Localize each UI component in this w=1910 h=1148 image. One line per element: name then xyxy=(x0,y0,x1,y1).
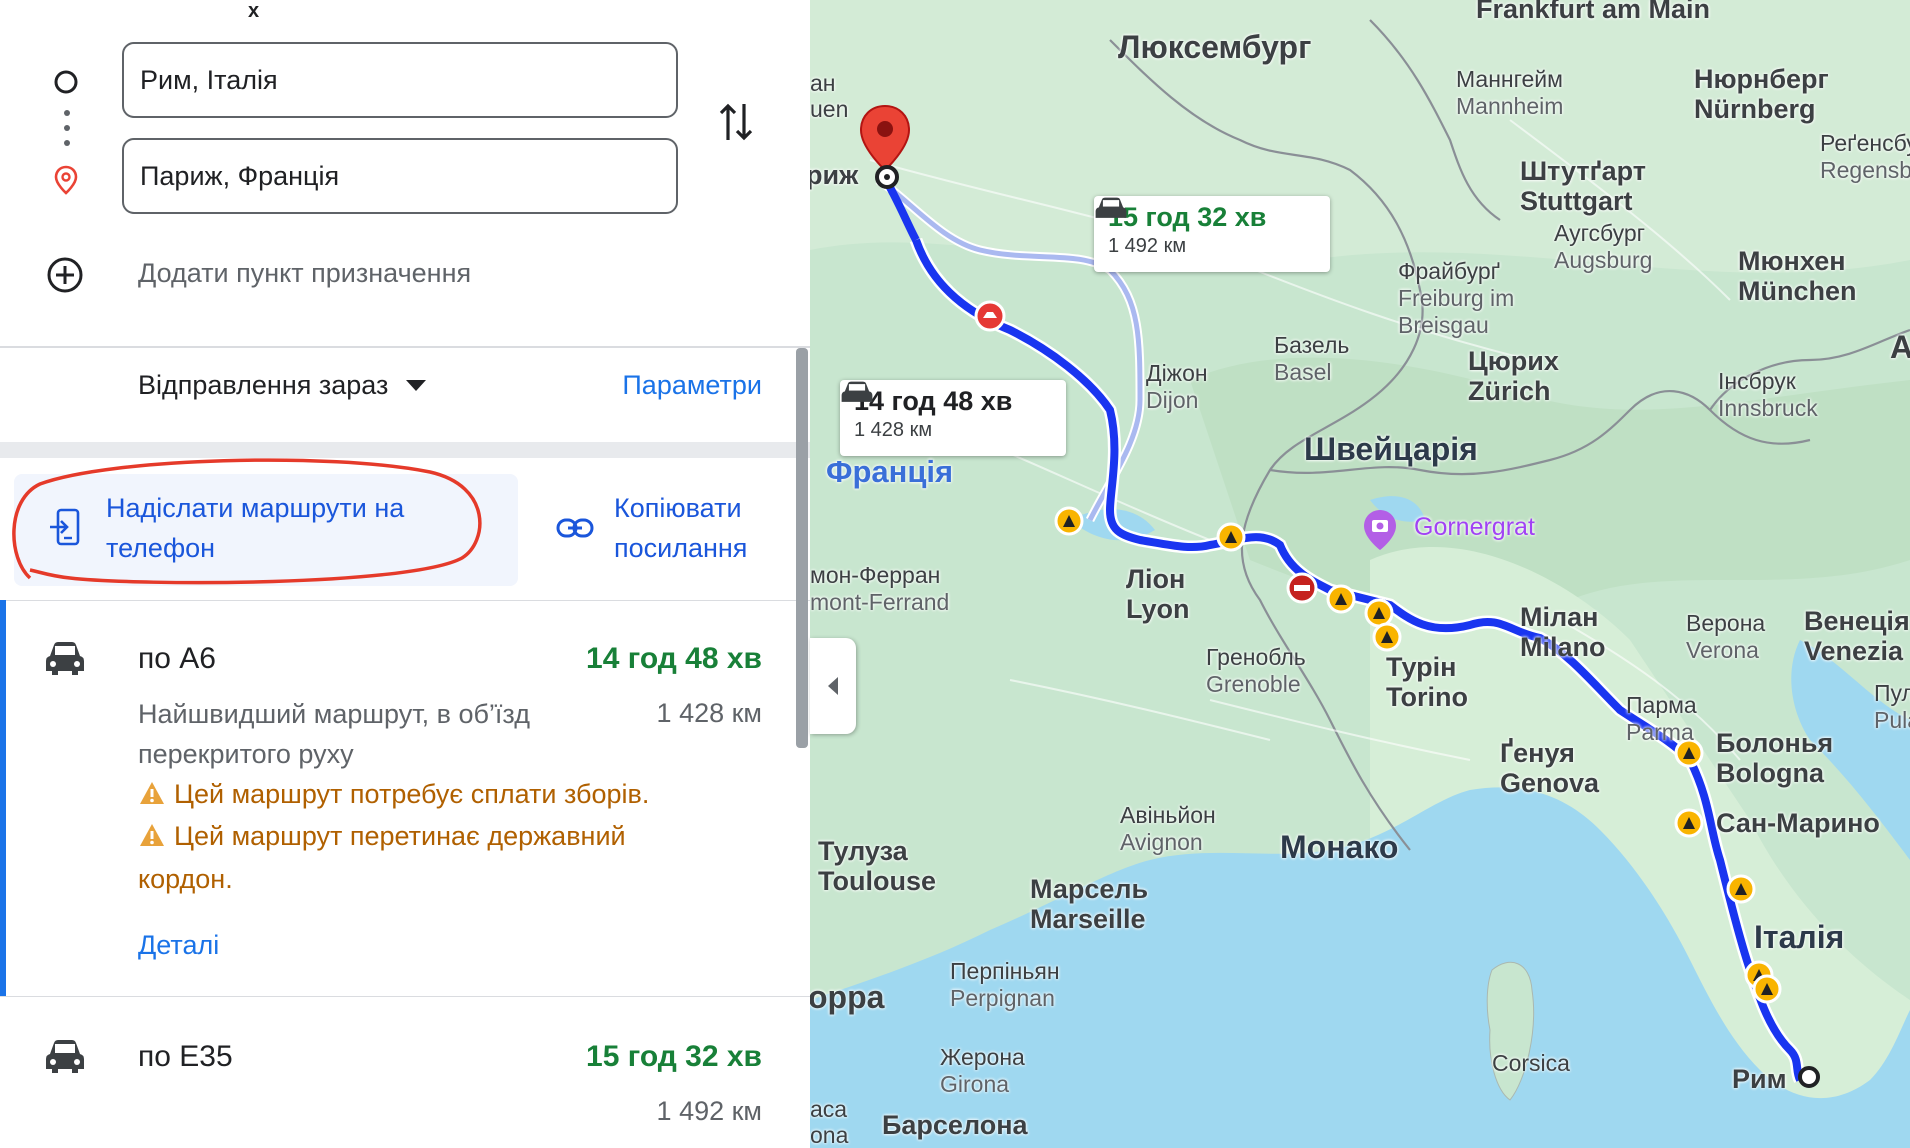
map-label-paris: риж xyxy=(810,160,859,190)
red-annotation-ellipse xyxy=(12,458,482,585)
chevron-left-icon xyxy=(828,677,838,695)
map-label-avignon: Авіньйон Avignon xyxy=(1120,802,1216,855)
route-distance: 1 492 км xyxy=(656,1096,762,1126)
route-time: 15 год 32 хв xyxy=(586,1040,762,1073)
map-label-zurich: Цюрих Zürich xyxy=(1468,346,1559,406)
map-label-nurnberg: Нюрнберг Nürnberg xyxy=(1694,64,1829,124)
divider xyxy=(0,346,810,348)
map-label-france: Франція xyxy=(826,454,954,489)
details-link[interactable]: Деталі xyxy=(138,930,219,961)
route-description: Найшвидший маршрут, в об’їзд перекритого… xyxy=(138,699,530,769)
options-link[interactable]: Параметри xyxy=(622,370,762,401)
map-label-monaco: Монако xyxy=(1280,829,1399,865)
map-label-girona: Жерона Girona xyxy=(940,1044,1025,1097)
map-label-san-marino: Сан-Марино xyxy=(1716,808,1880,838)
alt-route-distance: 1 492 км xyxy=(1108,235,1187,257)
map-label-innsbruck: Інсбрук Innsbruck xyxy=(1718,368,1818,421)
map-label-freiburg: Фрайбурґ Freiburg im Breisgau xyxy=(1398,258,1515,338)
map-label-luxembourg: Люксембург xyxy=(1118,29,1312,65)
map-label-bologna: Болонья Bologna xyxy=(1716,728,1834,788)
scrollbar[interactable] xyxy=(796,348,808,748)
map-label-left-cut-1: ан xyxy=(810,70,836,96)
map-label-switzerland: Швейцарія xyxy=(1304,431,1478,467)
map-label-gornergrat: Gornergrat xyxy=(1414,513,1535,541)
divider xyxy=(0,996,810,997)
route-time: 14 год 48 хв xyxy=(586,642,762,675)
warning-icon xyxy=(138,819,166,859)
car-icon xyxy=(1095,197,1127,218)
warning-icon xyxy=(138,777,166,817)
add-destination-button[interactable]: Додати пункт призначення xyxy=(138,258,471,289)
map-label-stuttgart: Штутґарт Stuttgart xyxy=(1520,156,1647,216)
map-label-regensburg: РеґенсбургRegensburg xyxy=(1820,130,1910,183)
car-icon xyxy=(841,381,873,402)
divider xyxy=(0,600,810,601)
main-route-callout[interactable]: 14 год 48 хв 1 428 км xyxy=(840,380,1066,456)
map-label-grenoble: Гренобль Grenoble xyxy=(1206,644,1306,697)
swap-waypoints-icon[interactable] xyxy=(718,100,754,152)
map-label-lyon: Ліон Lyon xyxy=(1126,564,1190,624)
map-label-aca: aca xyxy=(810,1096,848,1122)
map-label-turin: Турін Torino xyxy=(1386,652,1468,712)
car-icon xyxy=(44,640,86,681)
map-label-genova: Ґенуя Genova xyxy=(1500,738,1600,798)
toll-warning-text: Цей маршрут потребує сплати зборів. xyxy=(174,779,650,809)
alt-route-callout[interactable]: 15 год 32 хв 1 492 км xyxy=(1094,196,1330,272)
directions-panel: x Рим, Італія Париж, Франція Додати пунк… xyxy=(0,0,810,1148)
map-label-left-cut-2: uen xyxy=(810,96,849,122)
map-label-andorra: орра xyxy=(810,979,885,1015)
destination-input[interactable]: Париж, Франція xyxy=(122,138,678,214)
route-name: по A6 xyxy=(138,642,216,675)
origin-circle-icon xyxy=(52,68,80,96)
map-label-frankfurt: Frankfurt am Main xyxy=(1476,0,1711,24)
border-warning: Цей маршрут перетинає державний кордон. xyxy=(138,816,698,899)
toll-warning: Цей маршрут потребує сплати зборів. xyxy=(138,774,698,817)
border-warning-text: Цей маршрут перетинає державний кордон. xyxy=(138,821,626,894)
alt-route-time: 15 год 32 хв xyxy=(1095,197,1316,233)
caret-down-icon xyxy=(406,380,427,391)
depart-time-dropdown[interactable]: Відправлення зараз xyxy=(138,370,427,401)
map-label-parma: Парма Parma xyxy=(1626,692,1697,745)
map-label-dijon: Діжон Dijon xyxy=(1146,360,1208,413)
map-label-verona: Верона Verona xyxy=(1686,610,1766,663)
map-label-munchen: Мюнхен München xyxy=(1738,246,1857,306)
route-dots-icon xyxy=(64,110,70,155)
collapse-panel-button[interactable] xyxy=(810,638,856,734)
map-label-toulouse: Тулуза Toulouse xyxy=(818,836,936,896)
map-label-venice: Венеція Venezia xyxy=(1804,606,1910,666)
map-label-mannheim: Маннгейм Mannheim xyxy=(1456,66,1564,119)
map-label-edge: A xyxy=(1890,329,1910,365)
origin-input[interactable]: Рим, Італія xyxy=(122,42,678,118)
main-route-time: 14 год 48 хв xyxy=(841,381,1052,417)
map-label-marseille: Марсель Marseille xyxy=(1030,874,1149,934)
depart-label: Відправлення зараз xyxy=(138,370,389,400)
map-label-italy: Італія xyxy=(1754,919,1845,955)
route-name: по E35 xyxy=(138,1040,233,1073)
selected-route-indicator xyxy=(0,600,6,996)
map-label-basel: Базель Basel xyxy=(1274,332,1350,385)
map-label-clermont: мон-Ферран mont-Ferrand xyxy=(810,562,950,615)
main-route-distance: 1 428 км xyxy=(854,419,933,441)
map-label-pula: ПулаPula xyxy=(1874,680,1910,733)
map-label-rome: Рим xyxy=(1732,1064,1787,1094)
map-canvas[interactable]: 15 год 32 хв 1 492 км 14 год 48 хв 1 428… xyxy=(810,0,1910,1148)
route-distance: 1 428 км xyxy=(656,698,762,728)
copy-link-button[interactable]: Копіювати посилання xyxy=(614,488,810,568)
link-icon xyxy=(556,516,594,545)
map-label-milan: Мілан Milano xyxy=(1520,602,1606,662)
destination-pin-icon xyxy=(52,165,80,195)
add-destination-icon[interactable] xyxy=(46,256,84,294)
car-icon xyxy=(44,1038,86,1079)
map-label-corsica: Corsica xyxy=(1492,1050,1570,1076)
map-label-barcelona: Барселона xyxy=(882,1110,1028,1140)
close-button[interactable]: x xyxy=(248,0,259,23)
map-label-ona: ona xyxy=(810,1122,849,1148)
map-label-perpignan: Перпіньян Perpignan xyxy=(950,958,1060,1011)
map-label-augsburg: Аугсбург Augsburg xyxy=(1554,220,1653,273)
